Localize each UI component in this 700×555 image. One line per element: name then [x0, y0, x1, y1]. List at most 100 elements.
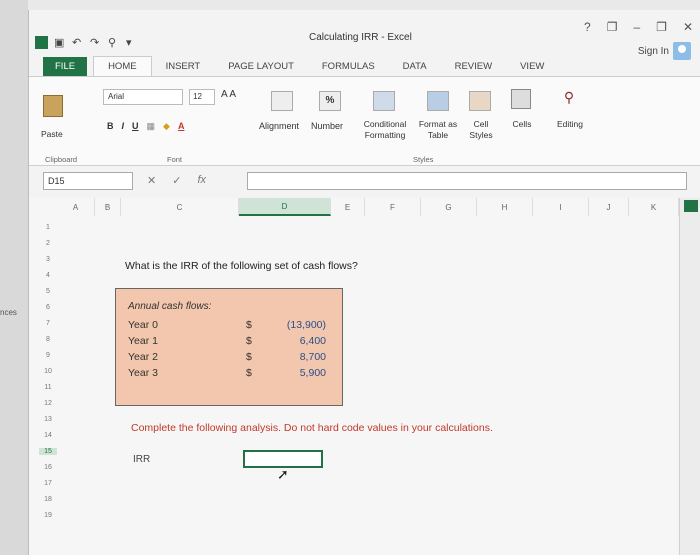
column-header-j[interactable]: J [589, 198, 629, 216]
paste-icon[interactable] [43, 95, 63, 117]
question-text: What is the IRR of the following set of … [125, 260, 358, 272]
tab-home[interactable]: HOME [93, 56, 152, 76]
restore-button[interactable]: ❐ [656, 20, 667, 34]
insert-function-icon[interactable]: fx [197, 174, 206, 187]
row-header[interactable]: 4 [39, 272, 57, 279]
year-label: Year 3 [128, 367, 158, 379]
undo-icon[interactable]: ↶ [72, 37, 84, 49]
row-header[interactable]: 18 [39, 496, 57, 503]
row-header[interactable]: 9 [39, 352, 57, 359]
bold-button[interactable]: B [107, 121, 114, 132]
tab-insert[interactable]: INSERT [152, 57, 215, 76]
column-header-h[interactable]: H [477, 198, 533, 216]
year-label: Year 1 [128, 335, 158, 347]
row-header[interactable]: 5 [39, 288, 57, 295]
borders-icon[interactable]: ▦ [147, 121, 156, 132]
column-header-b[interactable]: B [95, 198, 121, 216]
window-title: Calculating IRR - Excel [309, 32, 412, 43]
alignment-icon[interactable] [271, 91, 293, 111]
conditional-formatting-button[interactable]: Conditional Formatting [355, 119, 415, 141]
row-header[interactable]: 3 [39, 256, 57, 263]
row-header[interactable]: 17 [39, 480, 57, 487]
grow-shrink-font-buttons[interactable]: A A [221, 89, 236, 100]
save-icon[interactable]: ▣ [54, 37, 66, 49]
column-header-d[interactable]: D [239, 198, 331, 216]
fill-color-icon[interactable]: ◆ [163, 121, 170, 132]
cash-flow-value: (13,900) [286, 319, 326, 331]
currency-symbol: $ [246, 335, 252, 347]
row-header[interactable]: 13 [39, 416, 57, 423]
conditional-formatting-icon[interactable] [373, 91, 395, 111]
tab-data[interactable]: DATA [389, 57, 441, 76]
font-format-row: B I U ▦ ◆ A [107, 121, 184, 132]
currency-symbol: $ [246, 351, 252, 363]
row-header[interactable]: 14 [39, 432, 57, 439]
column-header-e[interactable]: E [331, 198, 365, 216]
formula-input[interactable] [247, 172, 687, 190]
close-button[interactable]: ✕ [683, 20, 693, 34]
currency-symbol: $ [246, 367, 252, 379]
title-bar: ▣ ↶ ↷ ⚲ ▾ Calculating IRR - Excel ? ❐ – … [29, 10, 700, 60]
excel-window: ▣ ↶ ↷ ⚲ ▾ Calculating IRR - Excel ? ❐ – … [28, 10, 700, 555]
worksheet-grid[interactable]: A B C D E F G H I J K 1 2 3 4 5 6 7 8 9 … [29, 198, 679, 555]
redo-icon[interactable]: ↷ [90, 37, 102, 49]
window-controls: ? ❐ – ❐ ✕ [584, 20, 693, 34]
format-as-table-icon[interactable] [427, 91, 449, 111]
row-header[interactable]: 19 [39, 512, 57, 519]
vertical-scrollbar[interactable] [679, 198, 700, 555]
row-header[interactable]: 10 [39, 368, 57, 375]
editing-button[interactable]: Editing [551, 119, 589, 130]
cell-styles-icon[interactable] [469, 91, 491, 111]
column-header-g[interactable]: G [421, 198, 477, 216]
cell-styles-button[interactable]: Cell Styles [461, 119, 501, 141]
mouse-cursor-icon: ➚ [277, 466, 289, 482]
row-header[interactable]: 2 [39, 240, 57, 247]
tab-review[interactable]: REVIEW [441, 57, 506, 76]
styles-group-label: Styles [413, 155, 434, 164]
font-size-select[interactable]: 12 [189, 89, 215, 105]
italic-button[interactable]: I [122, 121, 125, 132]
desktop-hint: nces [0, 308, 17, 317]
row-header[interactable]: 8 [39, 336, 57, 343]
row-header[interactable]: 11 [39, 384, 57, 391]
font-color-icon[interactable]: A [178, 121, 185, 132]
cash-flow-value: 6,400 [299, 335, 326, 347]
editing-icon[interactable]: ⚲ [559, 89, 579, 109]
column-header-i[interactable]: I [533, 198, 589, 216]
clipboard-group-label: Clipboard [45, 155, 78, 164]
instruction-text: Complete the following analysis. Do not … [131, 422, 493, 434]
paste-button[interactable]: Paste [41, 129, 63, 139]
format-as-table-button[interactable]: Format as Table [413, 119, 463, 141]
tab-file[interactable]: FILE [43, 57, 88, 76]
scroll-up-icon[interactable] [684, 200, 698, 212]
name-box[interactable]: D15 [43, 172, 133, 190]
tab-page-layout[interactable]: PAGE LAYOUT [214, 57, 308, 76]
row-header[interactable]: 7 [39, 320, 57, 327]
minimize-button[interactable]: – [633, 20, 640, 34]
row-header[interactable]: 12 [39, 400, 57, 407]
column-header-f[interactable]: F [365, 198, 421, 216]
cells-button[interactable]: Cells [509, 119, 535, 130]
number-button[interactable]: Number [311, 121, 343, 131]
customize-qat-icon[interactable]: ▾ [126, 37, 138, 49]
tab-view[interactable]: VIEW [506, 57, 558, 76]
column-header-k[interactable]: K [629, 198, 679, 216]
row-header[interactable]: 16 [39, 464, 57, 471]
format-painter-icon[interactable]: ⚲ [108, 37, 120, 49]
row-header[interactable]: 15 [39, 448, 57, 455]
font-name-select[interactable]: Arial [103, 89, 183, 105]
cancel-icon[interactable]: ✕ [147, 174, 156, 187]
alignment-button[interactable]: Alignment [259, 121, 299, 131]
cells-icon[interactable] [511, 89, 531, 109]
help-button[interactable]: ? [584, 20, 591, 34]
enter-icon[interactable]: ✓ [172, 174, 181, 187]
quick-access-toolbar: ▣ ↶ ↷ ⚲ ▾ [35, 36, 138, 49]
number-icon[interactable]: % [319, 91, 341, 111]
column-header-c[interactable]: C [121, 198, 239, 216]
tab-formulas[interactable]: FORMULAS [308, 57, 389, 76]
row-header[interactable]: 6 [39, 304, 57, 311]
underline-button[interactable]: U [132, 121, 139, 132]
column-header-a[interactable]: A [57, 198, 95, 216]
row-header[interactable]: 1 [39, 224, 57, 231]
ribbon-display-button[interactable]: ❐ [607, 20, 618, 34]
